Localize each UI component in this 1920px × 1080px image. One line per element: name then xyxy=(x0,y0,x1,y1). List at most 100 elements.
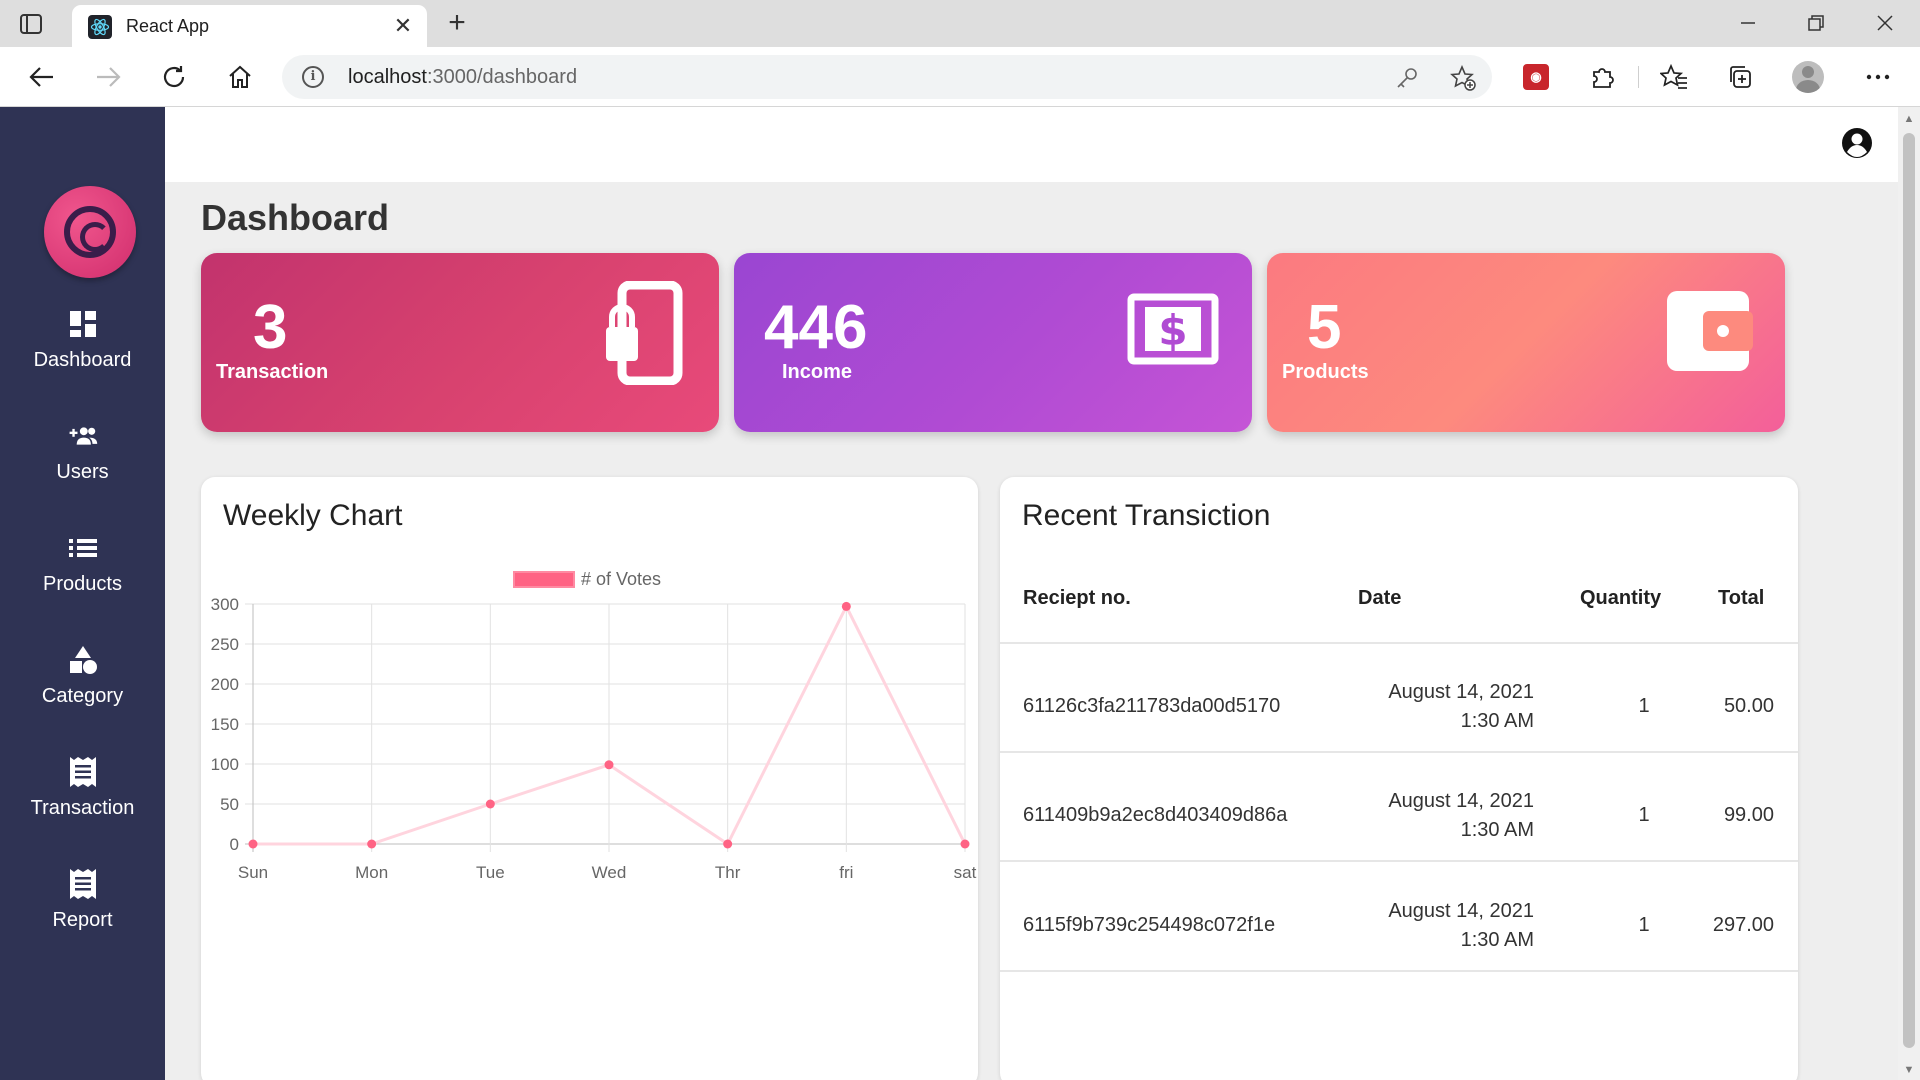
x-tick-label: sat xyxy=(954,863,977,882)
receipt-icon xyxy=(68,869,98,899)
quantity-cell: 1 xyxy=(1638,914,1650,936)
sidebar-item-label: Products xyxy=(43,573,122,595)
y-tick-label: 100 xyxy=(211,755,239,774)
phone-lock-icon xyxy=(604,280,684,390)
date-cell: August 14, 2021 xyxy=(1388,790,1534,812)
scrollbar-thumb[interactable] xyxy=(1903,133,1915,1048)
minimize-icon[interactable] xyxy=(1733,10,1763,36)
sidebar-item-label: Dashboard xyxy=(33,349,132,371)
category-icon xyxy=(68,645,98,675)
sidebar-item-transaction[interactable]: Transaction xyxy=(0,757,165,837)
weekly-line-chart: 0 50 100 150 200 250 300 Sun Mon Tue Wed Thr fri sat xyxy=(211,595,977,882)
browser-tab-bar: React App ✕ + xyxy=(0,0,1920,47)
total-cell: 297.00 xyxy=(1712,914,1774,936)
stat-label: Products xyxy=(1282,361,1369,383)
stat-value: 446 xyxy=(764,293,868,362)
row-divider xyxy=(1000,860,1798,862)
quantity-cell: 1 xyxy=(1638,695,1650,717)
sidebar-item-category[interactable]: Category xyxy=(0,645,165,725)
site-info-icon[interactable]: i xyxy=(302,66,324,88)
reload-icon[interactable] xyxy=(158,61,190,93)
extensions-puzzle-icon[interactable] xyxy=(1586,61,1618,93)
stat-label: Transaction xyxy=(216,361,329,383)
y-tick-label: 250 xyxy=(211,635,239,654)
data-point xyxy=(960,839,970,849)
password-key-icon[interactable] xyxy=(1394,65,1420,91)
app-viewport: Dashboard Users Products Category Transa xyxy=(0,107,1898,1080)
time-cell: 1:30 AM xyxy=(1460,929,1534,951)
address-bar[interactable]: i localhost:3000/dashboard xyxy=(282,55,1492,99)
x-tick-label: Wed xyxy=(592,863,627,882)
sidebar-item-report[interactable]: Report xyxy=(0,869,165,949)
tab-actions-icon[interactable] xyxy=(18,11,44,37)
receipt-cell: 6115f9b739c254498c072f1e xyxy=(1023,914,1276,936)
recent-title: Recent Transiction xyxy=(1022,499,1271,532)
data-point xyxy=(723,839,733,849)
extension-red-icon[interactable]: ◉ xyxy=(1520,61,1552,93)
scroll-up-icon[interactable]: ▲ xyxy=(1903,113,1915,125)
column-header-date[interactable]: Date xyxy=(1358,587,1401,610)
sidebar-item-label: Report xyxy=(52,909,113,931)
x-tick-label: fri xyxy=(839,863,853,882)
y-tick-label: 200 xyxy=(211,675,239,694)
wallet-icon xyxy=(1665,289,1755,378)
column-header-quantity[interactable]: Quantity xyxy=(1580,587,1661,610)
stat-card-income[interactable]: 446 Income $ xyxy=(734,253,1252,432)
close-window-icon[interactable] xyxy=(1870,10,1900,36)
total-cell: 50.00 xyxy=(1723,695,1774,717)
date-cell: August 14, 2021 xyxy=(1388,900,1534,922)
column-header-receipt[interactable]: Reciept no. xyxy=(1023,587,1131,610)
column-header-total[interactable]: Total xyxy=(1718,587,1764,610)
x-tick-label: Tue xyxy=(476,863,505,882)
new-tab-icon[interactable]: + xyxy=(442,8,472,39)
favorites-icon[interactable] xyxy=(1658,61,1690,93)
sidebar: Dashboard Users Products Category Transa xyxy=(0,107,165,1080)
collections-icon[interactable] xyxy=(1724,61,1756,93)
sidebar-item-products[interactable]: Products xyxy=(0,533,165,613)
x-tick-label: Thr xyxy=(715,863,741,882)
stat-card-products[interactable]: 5 Products xyxy=(1267,253,1785,432)
sidebar-item-label: Transaction xyxy=(30,797,135,819)
row-divider xyxy=(1000,970,1798,972)
restore-icon[interactable] xyxy=(1801,10,1831,36)
sidebar-item-dashboard[interactable]: Dashboard xyxy=(0,309,165,389)
weekly-chart-panel: Weekly Chart # of Votes 0 50 100 150 200 250 3… xyxy=(201,477,978,1080)
tab-title: React App xyxy=(126,16,210,36)
sidebar-item-label: Category xyxy=(41,685,124,707)
x-tick-label: Mon xyxy=(355,863,388,882)
toolbar-separator xyxy=(1638,66,1639,88)
profile-avatar-icon[interactable] xyxy=(1792,61,1824,93)
data-point xyxy=(367,839,377,849)
account-circle-icon[interactable] xyxy=(1841,127,1873,159)
row-divider xyxy=(1000,642,1798,644)
stat-label: Income xyxy=(782,361,853,383)
dollar-bill-icon: $ xyxy=(1127,293,1219,370)
list-icon xyxy=(68,533,98,563)
page-scrollbar[interactable]: ▲ ▼ xyxy=(1898,107,1920,1080)
browser-tab[interactable]: React App ✕ xyxy=(72,5,427,47)
sidebar-item-users[interactable]: Users xyxy=(0,421,165,501)
more-menu-icon[interactable] xyxy=(1862,61,1894,93)
browser-toolbar: i localhost:3000/dashboard ◉ xyxy=(0,47,1920,107)
total-cell: 99.00 xyxy=(1723,804,1774,826)
tab-close-icon[interactable]: ✕ xyxy=(391,14,415,38)
back-icon[interactable] xyxy=(26,61,58,93)
dashboard-icon xyxy=(68,309,98,339)
add-favorite-icon[interactable] xyxy=(1450,65,1476,91)
stat-value: 5 xyxy=(1307,293,1342,362)
home-icon[interactable] xyxy=(224,61,256,93)
forward-icon[interactable] xyxy=(92,61,124,93)
sidebar-item-label: Users xyxy=(56,461,109,483)
app-logo xyxy=(44,186,136,278)
data-point xyxy=(604,760,614,770)
receipt-cell: 61126c3fa211783da00d5170 xyxy=(1023,695,1281,717)
y-tick-label: 0 xyxy=(230,835,239,854)
stat-card-transaction[interactable]: 3 Transaction xyxy=(201,253,719,432)
group-add-icon xyxy=(68,421,98,451)
svg-text:$: $ xyxy=(1158,306,1187,355)
scroll-down-icon[interactable]: ▼ xyxy=(1903,1064,1915,1076)
page-title: Dashboard xyxy=(201,197,390,238)
data-point xyxy=(248,839,258,849)
quantity-cell: 1 xyxy=(1638,804,1650,826)
x-tick-label: Sun xyxy=(238,863,268,882)
